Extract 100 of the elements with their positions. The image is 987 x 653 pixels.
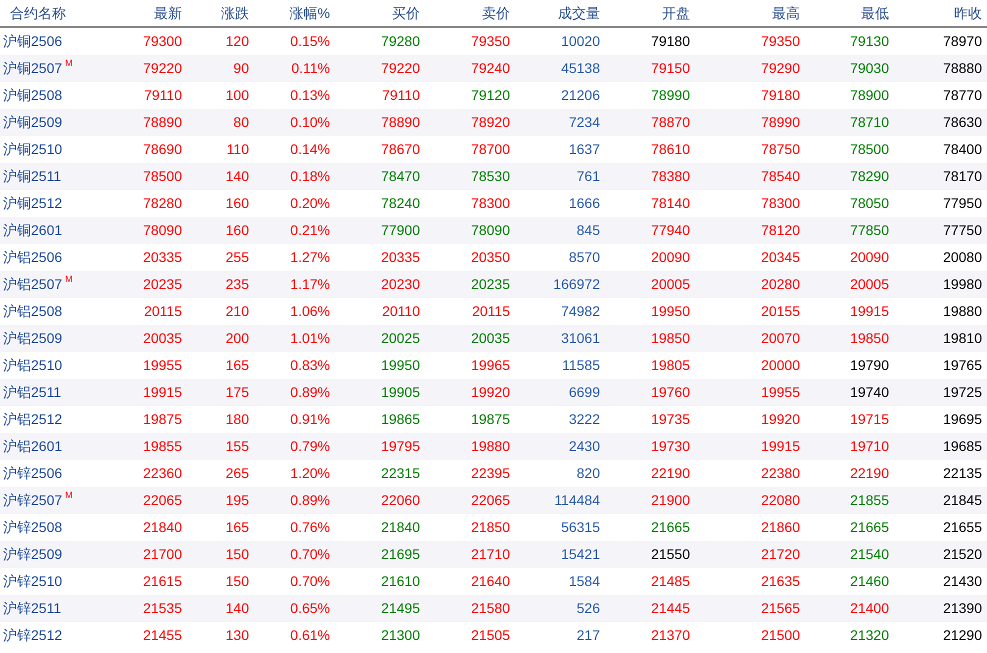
- table-cell-text: 20280: [760, 275, 800, 294]
- table-cell-text: 20235: [470, 275, 510, 294]
- table-cell-text: 15421: [560, 545, 600, 564]
- table-cell-text: 20035: [470, 329, 510, 348]
- column-header[interactable]: 合约名称: [0, 2, 120, 24]
- table-cell-text: 21565: [760, 599, 800, 618]
- table-cell-text: 20115: [143, 302, 182, 321]
- table-cell-text: 20335: [142, 248, 182, 267]
- table-cell-text: 90: [232, 59, 249, 78]
- table-cell-text: 20350: [470, 248, 510, 267]
- table-cell-text: 19695: [942, 410, 982, 429]
- contract-name: 沪锌2509: [3, 545, 62, 564]
- table-cell-text: 761: [576, 167, 600, 186]
- table-cell-text: 2430: [568, 437, 600, 456]
- table-cell-text: 100: [224, 86, 249, 105]
- table-row[interactable]: 沪铝2509 20035 200 1.01% 20025 20035 31061 19850 20070 19850 19810: [0, 325, 987, 352]
- table-cell-text: 78630: [942, 113, 982, 132]
- table-cell-text: 79110: [143, 86, 182, 105]
- table-cell-text: 19955: [760, 383, 800, 402]
- table-row[interactable]: 沪铝2601 19855 155 0.79% 19795 19880 2430 19730 19915 19710 19685: [0, 433, 987, 460]
- table-row[interactable]: 沪锌2509 21700 150 0.70% 21695 21710 15421 21550 21720 21540 21520: [0, 541, 987, 568]
- table-cell-text: 79350: [470, 32, 510, 51]
- column-header[interactable]: 最高: [690, 2, 800, 24]
- table-cell-text: 21540: [849, 545, 889, 564]
- table-cell-text: 21640: [470, 572, 510, 591]
- table-cell-text: 110: [226, 140, 249, 159]
- table-cell-text: 22065: [142, 491, 182, 510]
- table-row[interactable]: 沪铜2507 M 79220 90 0.11% 79220 79240 45138 79150 79290 79030 78880: [0, 55, 987, 82]
- table-cell-text: 1.06%: [289, 302, 330, 321]
- table-cell-text: 255: [224, 248, 249, 267]
- table-cell-text: 0.61%: [289, 626, 330, 645]
- table-cell-text: 78990: [650, 86, 690, 105]
- contract-name: 沪铝2507: [3, 275, 62, 294]
- table-cell-text: 78170: [942, 167, 982, 186]
- contract-name: 沪铜2512: [3, 194, 62, 213]
- table-row[interactable]: 沪铜2511 78500 140 0.18% 78470 78530 761 78380 78540 78290 78170: [0, 163, 987, 190]
- column-header[interactable]: 开盘: [600, 2, 690, 24]
- table-cell-text: 22190: [849, 464, 889, 483]
- table-cell-text: 78400: [942, 140, 982, 159]
- table-cell-text: 820: [576, 464, 600, 483]
- table-row[interactable]: 沪锌2507 M 22065 195 0.89% 22060 22065 114484 21900 22080 21855 21845: [0, 487, 987, 514]
- contract-name: 沪铝2512: [3, 410, 62, 429]
- table-cell-text: 19875: [142, 410, 182, 429]
- table-cell-text: 8570: [568, 248, 600, 267]
- main-label: M: [65, 491, 73, 500]
- table-cell-text: 21710: [470, 545, 510, 564]
- table-cell-text: 21485: [650, 572, 690, 591]
- table-cell-text: 78280: [142, 194, 182, 213]
- table-row[interactable]: 沪锌2511 21535 140 0.65% 21495 21580 526 21445 21565 21400 21390: [0, 595, 987, 622]
- column-header[interactable]: 卖价: [420, 2, 510, 24]
- table-cell-text: 22395: [470, 464, 510, 483]
- table-cell-text: 21610: [380, 572, 420, 591]
- table-cell-text: 160: [224, 194, 249, 213]
- table-cell-text: 0.21%: [289, 221, 330, 240]
- column-header[interactable]: 最低: [800, 2, 889, 24]
- table-cell-text: 130: [224, 626, 249, 645]
- table-cell-text: 19730: [650, 437, 690, 456]
- table-cell-text: 78500: [142, 167, 182, 186]
- main-label: M: [65, 59, 73, 68]
- table-cell-text: 21900: [650, 491, 690, 510]
- table-cell-text: 79030: [849, 59, 889, 78]
- table-cell-text: 78140: [650, 194, 690, 213]
- column-header[interactable]: 涨跌: [182, 2, 249, 24]
- table-cell-text: 21495: [380, 599, 420, 618]
- table-cell-text: 20080: [942, 248, 982, 267]
- contract-name: 沪锌2507: [3, 491, 62, 510]
- table-row[interactable]: 沪铜2509 78890 80 0.10% 78890 78920 7234 78870 78990 78710 78630: [0, 109, 987, 136]
- table-cell-text: 19955: [142, 356, 182, 375]
- table-cell-text: 78540: [760, 167, 800, 186]
- table-cell-text: 78920: [470, 113, 510, 132]
- table-cell-text: 19810: [942, 329, 982, 348]
- table-cell-text: 180: [224, 410, 249, 429]
- column-header[interactable]: 涨幅%: [249, 2, 330, 24]
- table-row[interactable]: 沪铜2601 78090 160 0.21% 77900 78090 845 77940 78120 77850 77750: [0, 217, 987, 244]
- table-cell-text: 79180: [650, 32, 690, 51]
- table-cell-text: 21445: [650, 599, 690, 618]
- table-row[interactable]: 沪铝2511 19915 175 0.89% 19905 19920 6699 19760 19955 19740 19725: [0, 379, 987, 406]
- table-cell-text: 21665: [650, 518, 690, 537]
- column-header[interactable]: 昨收: [889, 2, 982, 24]
- column-header[interactable]: 成交量: [510, 2, 600, 24]
- table-cell-text: 165: [224, 356, 249, 375]
- table-cell-text: 0.10%: [289, 113, 330, 132]
- table-cell-text: 21300: [380, 626, 420, 645]
- column-header[interactable]: 买价: [330, 2, 420, 24]
- contract-name: 沪铝2508: [3, 302, 62, 321]
- table-cell-text: 1.01%: [289, 329, 330, 348]
- table-cell-text: 21290: [942, 626, 982, 645]
- table-cell-text: 79220: [142, 59, 182, 78]
- contract-name: 沪铜2601: [3, 221, 62, 240]
- table-cell-text: 78090: [470, 221, 510, 240]
- table-cell-text: 78970: [942, 32, 982, 51]
- table-cell-text: 21320: [849, 626, 889, 645]
- table-cell-text: 21520: [942, 545, 982, 564]
- table-cell-text: 0.89%: [289, 491, 330, 510]
- table-cell-text: 0.11%: [290, 59, 330, 78]
- table-cell-text: 120: [224, 32, 249, 51]
- table-cell-text: 20070: [760, 329, 800, 348]
- table-cell-text: 19915: [849, 302, 889, 321]
- column-header[interactable]: 最新: [120, 2, 182, 24]
- table-row[interactable]: 沪铝2507 M 20235 235 1.17% 20230 20235 166972 20005 20280 20005 19980: [0, 271, 987, 298]
